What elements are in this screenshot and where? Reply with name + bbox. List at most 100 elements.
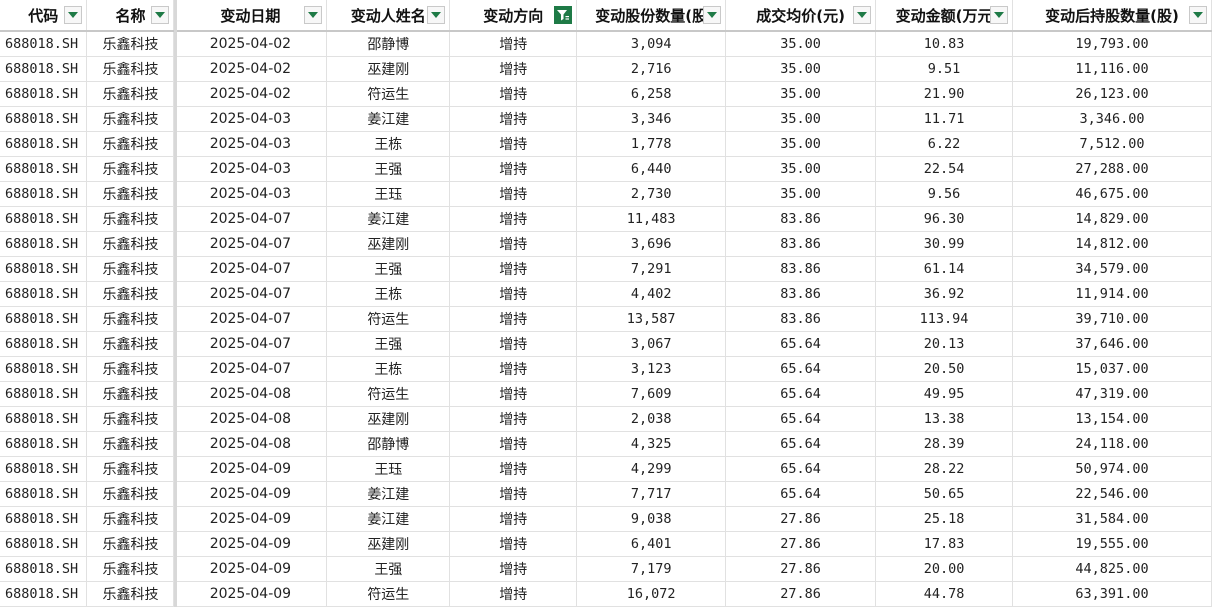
cell-person-name[interactable]: 符运生 xyxy=(326,81,451,107)
cell-shares-after[interactable]: 7,512.00 xyxy=(1012,131,1212,157)
cell-shares-after[interactable]: 11,116.00 xyxy=(1012,56,1212,82)
cell-shares-changed[interactable]: 7,179 xyxy=(576,556,727,582)
cell-name[interactable]: 乐鑫科技 xyxy=(86,156,175,182)
cell-shares-after[interactable]: 31,584.00 xyxy=(1012,506,1212,532)
cell-amount[interactable]: 25.18 xyxy=(875,506,1014,532)
cell-change-date[interactable]: 2025-04-02 xyxy=(173,81,328,107)
column-header-direction[interactable]: 变动方向 xyxy=(449,0,578,32)
cell-person-name[interactable]: 符运生 xyxy=(326,381,451,407)
cell-code[interactable]: 688018.SH xyxy=(0,331,88,357)
cell-direction[interactable]: 增持 xyxy=(449,581,578,607)
cell-shares-changed[interactable]: 2,038 xyxy=(576,406,727,432)
cell-amount[interactable]: 22.54 xyxy=(875,156,1014,182)
cell-code[interactable]: 688018.SH xyxy=(0,256,88,282)
cell-amount[interactable]: 20.00 xyxy=(875,556,1014,582)
cell-person-name[interactable]: 姜江建 xyxy=(326,481,451,507)
cell-shares-changed[interactable]: 7,609 xyxy=(576,381,727,407)
cell-direction[interactable]: 增持 xyxy=(449,531,578,557)
cell-change-date[interactable]: 2025-04-07 xyxy=(173,331,328,357)
cell-name[interactable]: 乐鑫科技 xyxy=(86,281,175,307)
cell-person-name[interactable]: 王强 xyxy=(326,556,451,582)
cell-amount[interactable]: 28.39 xyxy=(875,431,1014,457)
filter-dropdown-icon[interactable] xyxy=(853,6,872,24)
cell-name[interactable]: 乐鑫科技 xyxy=(86,481,175,507)
cell-person-name[interactable]: 王强 xyxy=(326,156,451,182)
active-filter-icon[interactable] xyxy=(554,6,573,24)
column-header-amount[interactable]: 变动金额(万元 xyxy=(875,0,1014,32)
cell-change-date[interactable]: 2025-04-07 xyxy=(173,281,328,307)
table-row[interactable]: 688018.SH 乐鑫科技 2025-04-09 姜江建 增持 7,717 65.64 50… xyxy=(0,481,1212,507)
spreadsheet[interactable]: 代码 名称 变动日期 变动人姓名 变动方向 变动股份数量(股 成交均价(元) 变动金额(万元 变… xyxy=(0,0,1212,607)
cell-name[interactable]: 乐鑫科技 xyxy=(86,581,175,607)
cell-amount[interactable]: 13.38 xyxy=(875,406,1014,432)
cell-shares-changed[interactable]: 4,299 xyxy=(576,456,727,482)
cell-name[interactable]: 乐鑫科技 xyxy=(86,506,175,532)
cell-avg-price[interactable]: 65.64 xyxy=(725,406,877,432)
cell-avg-price[interactable]: 27.86 xyxy=(725,556,877,582)
cell-avg-price[interactable]: 83.86 xyxy=(725,281,877,307)
table-row[interactable]: 688018.SH 乐鑫科技 2025-04-09 符运生 增持 16,072 27.86 4… xyxy=(0,581,1212,607)
cell-amount[interactable]: 20.50 xyxy=(875,356,1014,382)
table-row[interactable]: 688018.SH 乐鑫科技 2025-04-07 王强 增持 7,291 83.86 61.… xyxy=(0,256,1212,282)
table-row[interactable]: 688018.SH 乐鑫科技 2025-04-03 王珏 增持 2,730 35.00 9.5… xyxy=(0,181,1212,207)
cell-shares-after[interactable]: 22,546.00 xyxy=(1012,481,1212,507)
cell-avg-price[interactable]: 65.64 xyxy=(725,381,877,407)
cell-code[interactable]: 688018.SH xyxy=(0,556,88,582)
cell-amount[interactable]: 17.83 xyxy=(875,531,1014,557)
cell-change-date[interactable]: 2025-04-03 xyxy=(173,181,328,207)
cell-avg-price[interactable]: 27.86 xyxy=(725,531,877,557)
cell-avg-price[interactable]: 27.86 xyxy=(725,581,877,607)
cell-change-date[interactable]: 2025-04-09 xyxy=(173,506,328,532)
table-row[interactable]: 688018.SH 乐鑫科技 2025-04-02 邵静博 增持 3,094 35.00 10… xyxy=(0,31,1212,57)
cell-avg-price[interactable]: 35.00 xyxy=(725,156,877,182)
table-row[interactable]: 688018.SH 乐鑫科技 2025-04-09 王强 增持 7,179 27.86 20.… xyxy=(0,556,1212,582)
cell-name[interactable]: 乐鑫科技 xyxy=(86,531,175,557)
cell-amount[interactable]: 6.22 xyxy=(875,131,1014,157)
cell-person-name[interactable]: 姜江建 xyxy=(326,106,451,132)
table-row[interactable]: 688018.SH 乐鑫科技 2025-04-08 符运生 增持 7,609 65.64 49… xyxy=(0,381,1212,407)
cell-amount[interactable]: 50.65 xyxy=(875,481,1014,507)
cell-shares-after[interactable]: 39,710.00 xyxy=(1012,306,1212,332)
column-header-code[interactable]: 代码 xyxy=(0,0,88,32)
cell-code[interactable]: 688018.SH xyxy=(0,456,88,482)
cell-name[interactable]: 乐鑫科技 xyxy=(86,456,175,482)
filter-dropdown-icon[interactable] xyxy=(703,6,722,24)
cell-person-name[interactable]: 王栋 xyxy=(326,356,451,382)
cell-shares-after[interactable]: 47,319.00 xyxy=(1012,381,1212,407)
cell-avg-price[interactable]: 83.86 xyxy=(725,256,877,282)
cell-shares-changed[interactable]: 3,094 xyxy=(576,31,727,57)
cell-amount[interactable]: 61.14 xyxy=(875,256,1014,282)
table-row[interactable]: 688018.SH 乐鑫科技 2025-04-09 巫建刚 增持 6,401 27.86 17… xyxy=(0,531,1212,557)
cell-direction[interactable]: 增持 xyxy=(449,481,578,507)
cell-shares-after[interactable]: 15,037.00 xyxy=(1012,356,1212,382)
table-row[interactable]: 688018.SH 乐鑫科技 2025-04-07 王栋 增持 4,402 83.86 36.… xyxy=(0,281,1212,307)
column-header-shares-changed[interactable]: 变动股份数量(股 xyxy=(576,0,727,32)
cell-avg-price[interactable]: 35.00 xyxy=(725,131,877,157)
cell-shares-changed[interactable]: 7,717 xyxy=(576,481,727,507)
cell-amount[interactable]: 44.78 xyxy=(875,581,1014,607)
cell-person-name[interactable]: 王强 xyxy=(326,331,451,357)
cell-change-date[interactable]: 2025-04-07 xyxy=(173,206,328,232)
cell-direction[interactable]: 增持 xyxy=(449,106,578,132)
cell-amount[interactable]: 10.83 xyxy=(875,31,1014,57)
cell-avg-price[interactable]: 65.64 xyxy=(725,431,877,457)
cell-direction[interactable]: 增持 xyxy=(449,281,578,307)
cell-shares-after[interactable]: 14,829.00 xyxy=(1012,206,1212,232)
cell-avg-price[interactable]: 83.86 xyxy=(725,206,877,232)
cell-shares-after[interactable]: 11,914.00 xyxy=(1012,281,1212,307)
frozen-pane-divider[interactable] xyxy=(174,0,177,607)
cell-direction[interactable]: 增持 xyxy=(449,381,578,407)
cell-avg-price[interactable]: 65.64 xyxy=(725,331,877,357)
filter-dropdown-icon[interactable] xyxy=(151,6,170,24)
cell-direction[interactable]: 增持 xyxy=(449,431,578,457)
cell-name[interactable]: 乐鑫科技 xyxy=(86,231,175,257)
cell-person-name[interactable]: 王珏 xyxy=(326,181,451,207)
cell-shares-changed[interactable]: 7,291 xyxy=(576,256,727,282)
cell-code[interactable]: 688018.SH xyxy=(0,281,88,307)
cell-shares-changed[interactable]: 3,123 xyxy=(576,356,727,382)
cell-code[interactable]: 688018.SH xyxy=(0,181,88,207)
cell-change-date[interactable]: 2025-04-09 xyxy=(173,581,328,607)
table-row[interactable]: 688018.SH 乐鑫科技 2025-04-07 王栋 增持 3,123 65.64 20.… xyxy=(0,356,1212,382)
cell-code[interactable]: 688018.SH xyxy=(0,431,88,457)
cell-name[interactable]: 乐鑫科技 xyxy=(86,106,175,132)
